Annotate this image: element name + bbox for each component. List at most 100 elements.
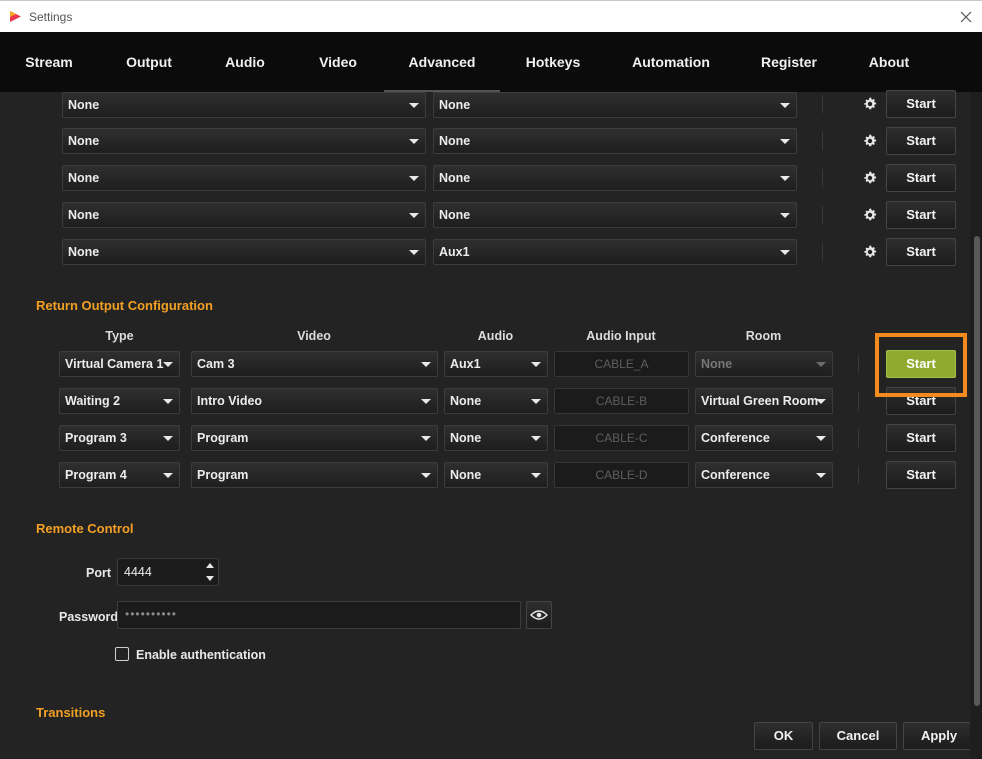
dropdown-value: None: [68, 171, 100, 185]
tab-advanced[interactable]: Advanced: [384, 32, 500, 92]
tab-audio[interactable]: Audio: [216, 32, 274, 92]
start-button[interactable]: Start: [886, 424, 956, 452]
gear-icon[interactable]: [862, 96, 878, 112]
show-password-button[interactable]: [526, 601, 552, 629]
enable-authentication-checkbox[interactable]: [115, 647, 129, 661]
divider: [822, 243, 823, 261]
return-type-dropdown[interactable]: Program 4: [59, 462, 180, 488]
dropdown-value: Aux1: [439, 245, 470, 259]
output-audio-dropdown[interactable]: None: [433, 165, 797, 191]
return-audio-dropdown[interactable]: None: [444, 388, 548, 414]
scrollbar-thumb[interactable]: [974, 236, 980, 706]
output-audio-dropdown[interactable]: Aux1: [433, 239, 797, 265]
dropdown-value: None: [450, 431, 482, 445]
return-video-dropdown[interactable]: Program: [191, 425, 438, 451]
audio-input-field[interactable]: CABLE-C: [554, 425, 689, 451]
output-audio-dropdown[interactable]: None: [433, 128, 797, 154]
return-video-dropdown[interactable]: Intro Video: [191, 388, 438, 414]
start-button[interactable]: Start: [886, 164, 956, 192]
return-type-dropdown[interactable]: Virtual Camera 1: [59, 351, 180, 377]
return-video-dropdown[interactable]: Program: [191, 462, 438, 488]
tab-stream[interactable]: Stream: [18, 32, 80, 92]
output-audio-dropdown[interactable]: None: [433, 202, 797, 228]
audio-input-field[interactable]: CABLE_A: [554, 351, 689, 377]
column-header-video: Video: [297, 329, 331, 343]
dropdown-arrow-icon: [531, 362, 541, 367]
dropdown-arrow-icon: [816, 399, 826, 404]
return-audio-dropdown[interactable]: None: [444, 425, 548, 451]
gear-icon[interactable]: [862, 207, 878, 223]
dropdown-value: None: [68, 208, 100, 222]
cancel-button[interactable]: Cancel: [819, 722, 897, 750]
dropdown-value: Program: [197, 431, 249, 445]
dropdown-arrow-icon: [816, 473, 826, 478]
tab-hotkeys[interactable]: Hotkeys: [518, 32, 588, 92]
dropdown-arrow-icon: [780, 213, 790, 218]
output-source-dropdown[interactable]: None: [62, 165, 426, 191]
return-type-dropdown[interactable]: Program 3: [59, 425, 180, 451]
tab-video[interactable]: Video: [310, 32, 366, 92]
tab-bar: Stream Output Audio Video Advanced Hotke…: [0, 32, 982, 92]
return-video-dropdown[interactable]: Cam 3: [191, 351, 438, 377]
dropdown-value: None: [68, 245, 100, 259]
apply-button[interactable]: Apply: [903, 722, 975, 750]
dropdown-value: None: [439, 208, 471, 222]
return-audio-dropdown[interactable]: Aux1: [444, 351, 548, 377]
audio-input-field[interactable]: CABLE-B: [554, 388, 689, 414]
remote-control-title: Remote Control: [36, 521, 134, 536]
audio-input-field[interactable]: CABLE-D: [554, 462, 689, 488]
divider: [822, 132, 823, 150]
increment-icon[interactable]: [206, 563, 214, 568]
start-button[interactable]: Start: [886, 201, 956, 229]
transitions-title: Transitions: [36, 705, 106, 720]
start-button[interactable]: Start: [886, 238, 956, 266]
dropdown-value: Program 4: [65, 468, 127, 482]
output-source-dropdown[interactable]: None: [62, 128, 426, 154]
eye-icon: [530, 610, 548, 620]
dropdown-value: None: [450, 468, 482, 482]
dropdown-value: Cam 3: [197, 357, 235, 371]
output-source-dropdown[interactable]: None: [62, 239, 426, 265]
port-spinbox[interactable]: 4444: [117, 558, 219, 586]
column-header-type: Type: [105, 329, 134, 343]
dropdown-value: Virtual Green Room: [701, 394, 819, 408]
tab-output[interactable]: Output: [114, 32, 184, 92]
return-room-dropdown[interactable]: Virtual Green Room: [695, 388, 833, 414]
output-source-dropdown[interactable]: None: [62, 92, 426, 118]
output-audio-dropdown[interactable]: None: [433, 92, 797, 118]
return-audio-dropdown[interactable]: None: [444, 462, 548, 488]
port-label: Port: [86, 566, 111, 580]
dropdown-value: Aux1: [450, 357, 481, 371]
ok-button[interactable]: OK: [754, 722, 813, 750]
password-field[interactable]: ••••••••••: [117, 601, 521, 629]
start-button[interactable]: Start: [886, 127, 956, 155]
return-type-dropdown[interactable]: Waiting 2: [59, 388, 180, 414]
gear-icon[interactable]: [862, 133, 878, 149]
dropdown-value: None: [450, 394, 482, 408]
title-bar: Settings: [0, 0, 982, 32]
dropdown-arrow-icon: [816, 436, 826, 441]
dropdown-arrow-icon: [421, 473, 431, 478]
dropdown-value: None: [439, 134, 471, 148]
divider: [858, 466, 859, 484]
tab-register[interactable]: Register: [754, 32, 824, 92]
dropdown-value: Program 3: [65, 431, 127, 445]
close-icon[interactable]: [955, 6, 977, 28]
column-header-audio-input: Audio Input: [586, 329, 656, 343]
gear-icon[interactable]: [862, 244, 878, 260]
decrement-icon[interactable]: [206, 576, 214, 581]
dropdown-arrow-icon: [780, 176, 790, 181]
port-value: 4444: [124, 565, 152, 579]
dropdown-arrow-icon: [780, 103, 790, 108]
gear-icon[interactable]: [862, 170, 878, 186]
start-button[interactable]: Start: [886, 90, 956, 118]
output-source-dropdown[interactable]: None: [62, 202, 426, 228]
return-room-dropdown[interactable]: Conference: [695, 425, 833, 451]
tab-automation[interactable]: Automation: [624, 32, 718, 92]
dropdown-arrow-icon: [409, 213, 419, 218]
dropdown-value: None: [68, 98, 100, 112]
start-button[interactable]: Start: [886, 461, 956, 489]
dropdown-arrow-icon: [780, 250, 790, 255]
tab-about[interactable]: About: [862, 32, 916, 92]
return-room-dropdown[interactable]: Conference: [695, 462, 833, 488]
